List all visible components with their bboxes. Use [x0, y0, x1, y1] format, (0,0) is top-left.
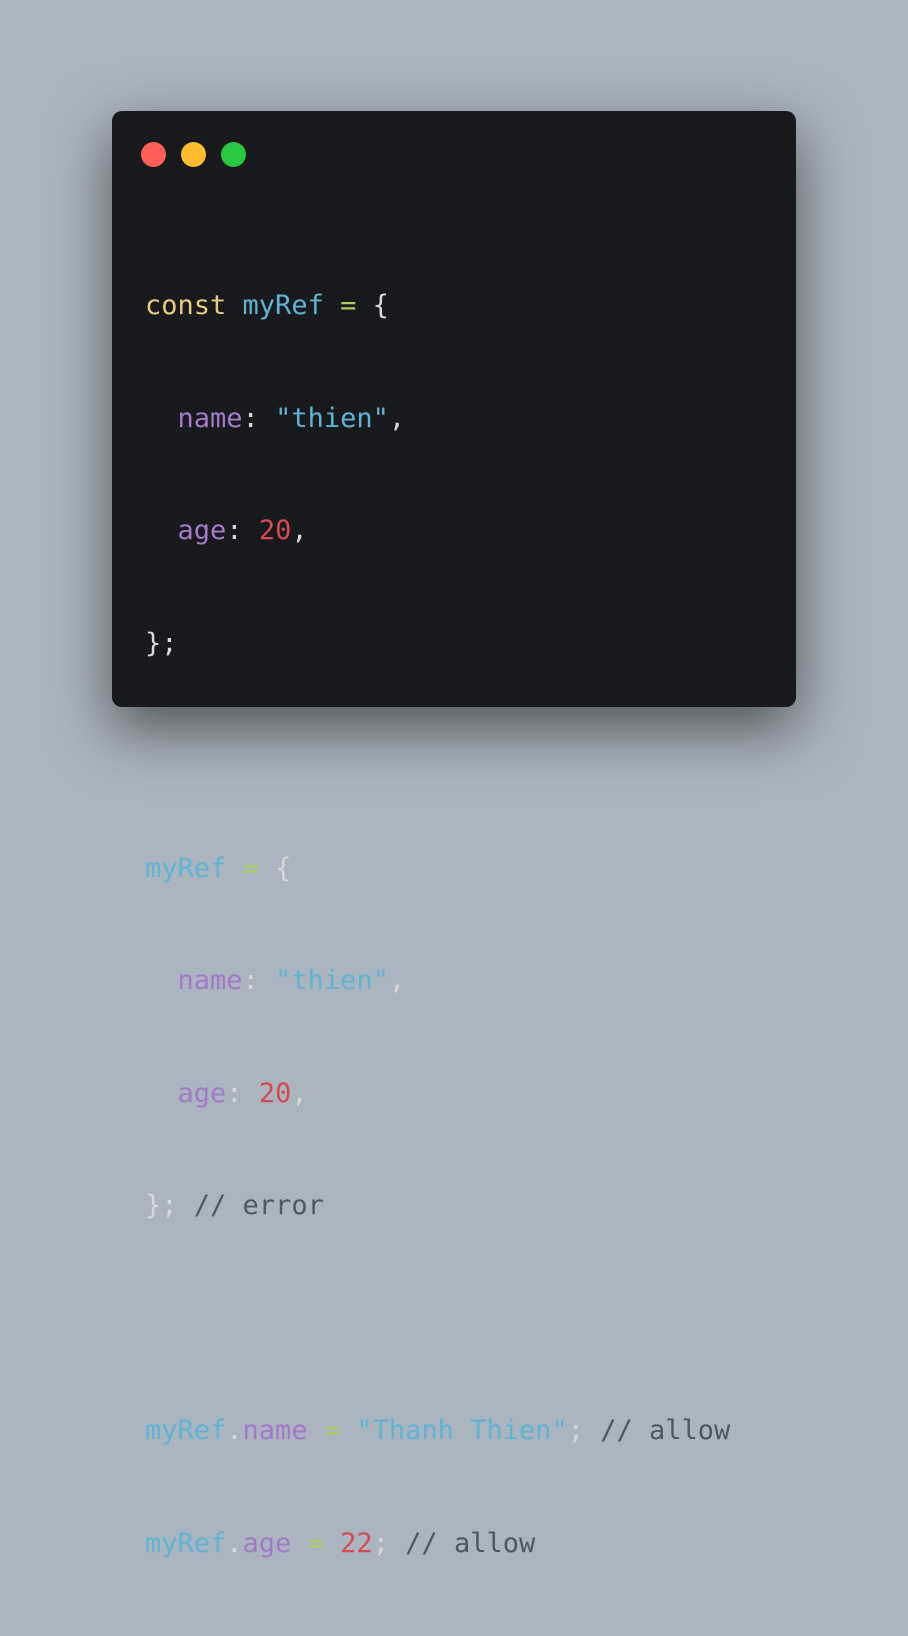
property-token: age — [177, 515, 227, 546]
code-line: name: "thien", — [145, 962, 730, 1000]
dot-token: . — [226, 1527, 243, 1559]
string-token: "Thanh Thien" — [356, 1415, 568, 1446]
colon-token: : — [226, 515, 243, 546]
code-line: age: 20, — [145, 512, 730, 550]
minimize-window-icon[interactable] — [181, 142, 206, 167]
code-line: myRef.age = 22; // allow — [145, 1525, 730, 1563]
number-token: 20 — [258, 515, 292, 546]
zoom-window-icon[interactable] — [221, 142, 246, 167]
operator-token: = — [307, 1527, 324, 1559]
code-line: myRef.name = "Thanh Thien"; // allow — [145, 1412, 730, 1450]
code-line: }; — [145, 625, 730, 663]
brace-token: { — [372, 290, 389, 321]
property-token: age — [242, 1527, 292, 1559]
property-token: name — [177, 402, 243, 434]
close-brace-token: }; — [145, 627, 178, 659]
comma-token: , — [291, 1077, 308, 1109]
code-line: const myRef = { — [145, 287, 730, 325]
identifier-token: myRef — [145, 1415, 227, 1446]
string-token: "thien" — [275, 402, 389, 434]
code-line: myRef = { — [145, 850, 730, 888]
comma-token: , — [388, 402, 406, 434]
semicolon-token: ; — [372, 1527, 389, 1559]
operator-token: = — [323, 1415, 341, 1446]
comma-token: , — [388, 965, 406, 996]
number-token: 22 — [340, 1527, 373, 1559]
close-brace-token: }; — [145, 1190, 178, 1221]
comma-token: , — [291, 515, 308, 546]
close-window-icon[interactable] — [141, 142, 166, 167]
semicolon-token: ; — [567, 1415, 584, 1446]
string-token: "thien" — [275, 965, 389, 996]
comment-token: // error — [193, 1190, 324, 1221]
code-line: name: "thien", — [145, 400, 730, 438]
colon-token: : — [242, 402, 259, 434]
code-window: const myRef = { name: "thien", age: 20, … — [112, 111, 796, 1559]
keyword-token: const — [145, 290, 227, 321]
colon-token: : — [226, 1077, 243, 1109]
property-token: name — [242, 1415, 308, 1446]
identifier-token: myRef — [242, 290, 324, 321]
operator-token: = — [340, 290, 357, 321]
code-line: age: 20, — [145, 1075, 730, 1113]
dot-token: . — [226, 1415, 243, 1446]
property-token: name — [177, 965, 243, 996]
brace-token: { — [275, 852, 292, 884]
window-controls — [141, 142, 246, 167]
property-token: age — [177, 1077, 227, 1109]
number-token: 20 — [258, 1077, 292, 1109]
comment-token: // allow — [600, 1415, 731, 1446]
colon-token: : — [242, 965, 259, 996]
code-block: const myRef = { name: "thien", age: 20, … — [145, 212, 730, 1636]
comment-token: // allow — [405, 1527, 536, 1559]
identifier-token: myRef — [145, 1527, 227, 1559]
identifier-token: myRef — [145, 852, 227, 884]
code-line: }; // error — [145, 1187, 730, 1225]
operator-token: = — [242, 852, 259, 884]
